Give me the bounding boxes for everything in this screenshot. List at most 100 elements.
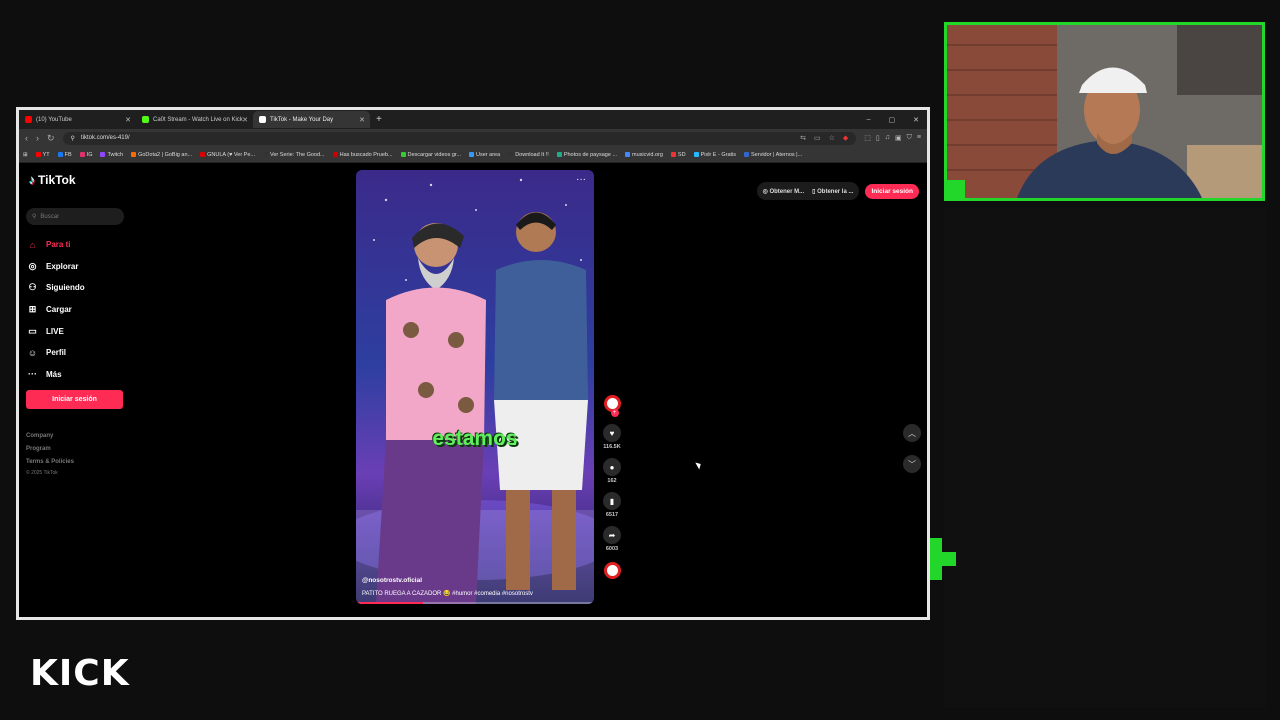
sidebar-item-perfil[interactable]: ☺ Perfil bbox=[27, 342, 85, 364]
bookmark-favicon-icon bbox=[57, 152, 63, 157]
close-icon[interactable]: ✕ bbox=[125, 116, 131, 124]
forward-icon[interactable]: › bbox=[36, 133, 39, 143]
login-button[interactable]: Iniciar sesión bbox=[26, 390, 123, 409]
header-login-button[interactable]: Iniciar sesión bbox=[865, 183, 919, 199]
bookmark-favicon-icon bbox=[200, 152, 206, 157]
previous-video-button[interactable]: ︿ bbox=[903, 424, 921, 442]
bookmark-item[interactable]: musicvid.org bbox=[625, 152, 663, 158]
get-coins-label: Obtener M... bbox=[769, 188, 805, 195]
bookmark-label: Pixlr E - Gratis bbox=[700, 151, 737, 158]
music-disc-icon[interactable] bbox=[603, 562, 621, 579]
bookmark-label: Twitch bbox=[107, 151, 124, 158]
bookmark-item[interactable]: Servidor | Aternos |... bbox=[744, 152, 802, 158]
creator-avatar[interactable]: + bbox=[603, 395, 621, 417]
follow-plus-icon[interactable]: + bbox=[610, 409, 619, 417]
bookmark-item[interactable]: GoDota2 | GoBig an... bbox=[131, 152, 192, 158]
bookmark-label: FB bbox=[64, 151, 72, 158]
menu-icon[interactable]: ≡ bbox=[917, 134, 921, 142]
bookmark-favicon-icon bbox=[556, 152, 562, 157]
get-coins-link[interactable]: ◎ Obtener M... bbox=[763, 188, 805, 195]
top-actions: ◎ Obtener M... ▯ Obtener la ... Iniciar … bbox=[756, 182, 919, 200]
comment-button[interactable]: ● bbox=[603, 458, 621, 476]
video-progress-bar[interactable] bbox=[356, 602, 594, 604]
sidebar-item-live[interactable]: ▭ LIVE bbox=[27, 320, 85, 342]
bookmark-item[interactable]: Download It !! bbox=[508, 152, 549, 158]
sidebar-icon[interactable]: ▯ bbox=[876, 134, 880, 142]
bookmark-item[interactable]: Pixlr E - Gratis bbox=[693, 151, 737, 158]
home-icon: ⌂ bbox=[29, 239, 36, 250]
video-player[interactable]: ··· estamos @nosotrostv.oficial PATITO R… bbox=[356, 170, 594, 604]
sidebar-item-m-s[interactable]: ··· Más bbox=[27, 364, 85, 386]
tab-youtube[interactable]: (10) YouTube ✕ bbox=[19, 111, 136, 128]
footer-link-terms[interactable]: Terms & Policies bbox=[26, 456, 74, 469]
bookmark-item[interactable]: Photos de paysage ... bbox=[556, 151, 618, 158]
video-author[interactable]: @nosotrostv.oficial bbox=[362, 577, 422, 584]
bookmark-item[interactable]: FB bbox=[57, 151, 72, 158]
bookmark-item[interactable]: IG bbox=[79, 152, 92, 158]
extension-icon[interactable]: ◆ bbox=[843, 134, 848, 142]
bookmark-item[interactable]: SD bbox=[670, 151, 686, 158]
address-bar[interactable]: ⚲ tiktok.com/es-419/ ⇆ ▭ ☆ ◆ bbox=[62, 131, 857, 145]
bookmark-label: Photos de paysage ... bbox=[563, 151, 618, 158]
webcam-image bbox=[947, 25, 1262, 198]
more-options-icon[interactable]: ··· bbox=[576, 174, 586, 185]
bookmark-favicon-icon bbox=[670, 152, 676, 157]
bookmark-item[interactable]: YT bbox=[35, 151, 50, 158]
bookmark-label: Has buscado Prueb... bbox=[339, 151, 393, 158]
bookmark-label: GoDota2 | GoBig an... bbox=[138, 151, 193, 158]
bookmark-label: SD bbox=[677, 151, 686, 158]
bookmark-favicon-icon bbox=[263, 152, 268, 157]
music-icon[interactable]: ♫ bbox=[885, 134, 890, 142]
get-app-link[interactable]: ▯ Obtener la ... bbox=[812, 188, 853, 195]
footer-link-program[interactable]: Program bbox=[26, 443, 74, 456]
footer-link-company[interactable]: Company bbox=[26, 430, 74, 443]
video-actions: + ♥ 116.5K ● 162 ▮ 6517 ➦ 6003 bbox=[601, 395, 623, 579]
sidebar-item-cargar[interactable]: ⊞ Cargar bbox=[27, 299, 85, 321]
bookmark-item[interactable]: Ver Serie: The Good... bbox=[263, 152, 325, 158]
close-window-icon[interactable]: ✕ bbox=[913, 116, 919, 124]
tab-tiktok[interactable]: TikTok - Make Your Day ✕ bbox=[253, 111, 370, 128]
minimize-icon[interactable]: – bbox=[867, 116, 871, 124]
share-button[interactable]: ➦ bbox=[603, 526, 621, 544]
back-icon[interactable]: ‹ bbox=[25, 133, 28, 143]
bookmark-label: GNULA (♥ Ver Pe... bbox=[207, 151, 255, 158]
like-button[interactable]: ♥ bbox=[603, 424, 621, 442]
next-video-button[interactable]: ﹀ bbox=[903, 455, 921, 473]
chevron-down-icon: ﹀ bbox=[908, 459, 916, 469]
bookmark-item[interactable]: Has buscado Prueb... bbox=[332, 151, 393, 158]
bookmark-item[interactable]: GNULA (♥ Ver Pe... bbox=[200, 152, 255, 158]
puzzle-icon[interactable]: ⬚ bbox=[864, 134, 871, 142]
shield-icon[interactable]: ⛉ bbox=[907, 134, 912, 142]
bookmark-label: YT bbox=[42, 151, 50, 158]
sidebar-item-siguiendo[interactable]: ⚇ Siguiendo bbox=[27, 277, 84, 299]
tiktok-logo[interactable]: ♪ TikTok bbox=[29, 173, 76, 187]
translate-icon[interactable]: ⇆ bbox=[800, 134, 806, 142]
bookmark-item[interactable]: Descargar videos gr... bbox=[400, 152, 461, 158]
save-button[interactable]: ▮ bbox=[603, 492, 621, 510]
maximize-icon[interactable]: ▢ bbox=[889, 116, 896, 124]
save-count: 6517 bbox=[605, 512, 619, 518]
new-tab-button[interactable]: + bbox=[376, 114, 382, 125]
bookmark-item[interactable]: Twitch bbox=[100, 152, 123, 158]
cast-icon[interactable]: ▭ bbox=[814, 134, 821, 142]
sidebar-item-explorar[interactable]: ◎ Explorar bbox=[27, 256, 85, 278]
bookmark-label: User area bbox=[476, 151, 501, 158]
tab-kick[interactable]: Ca0t Stream - Watch Live on Kick ✕ bbox=[136, 111, 253, 128]
sidebar-item-para-ti[interactable]: ⌂ Para ti bbox=[27, 234, 85, 256]
share-icon: ➦ bbox=[608, 530, 616, 540]
kick-logo: KICK bbox=[30, 653, 130, 694]
bookmark-favicon-icon bbox=[625, 152, 631, 157]
reload-icon[interactable]: ↻ bbox=[47, 133, 55, 144]
bookmark-star-icon[interactable]: ☆ bbox=[829, 134, 835, 142]
split-icon[interactable]: ▣ bbox=[895, 134, 902, 142]
site-info-icon[interactable]: ⚲ bbox=[71, 135, 75, 142]
tiktok-icon bbox=[259, 116, 266, 123]
search-icon: ⚲ bbox=[32, 214, 37, 220]
profile-icon: ☺ bbox=[27, 347, 38, 358]
bookmark-favicon-icon bbox=[332, 152, 338, 157]
bookmark-item[interactable]: User area bbox=[469, 152, 500, 158]
search-input[interactable]: ⚲ Buscar bbox=[26, 208, 124, 225]
close-icon[interactable]: ✕ bbox=[359, 116, 365, 124]
close-icon[interactable]: ✕ bbox=[242, 116, 248, 124]
apps-icon[interactable]: ⊞ bbox=[23, 152, 28, 158]
